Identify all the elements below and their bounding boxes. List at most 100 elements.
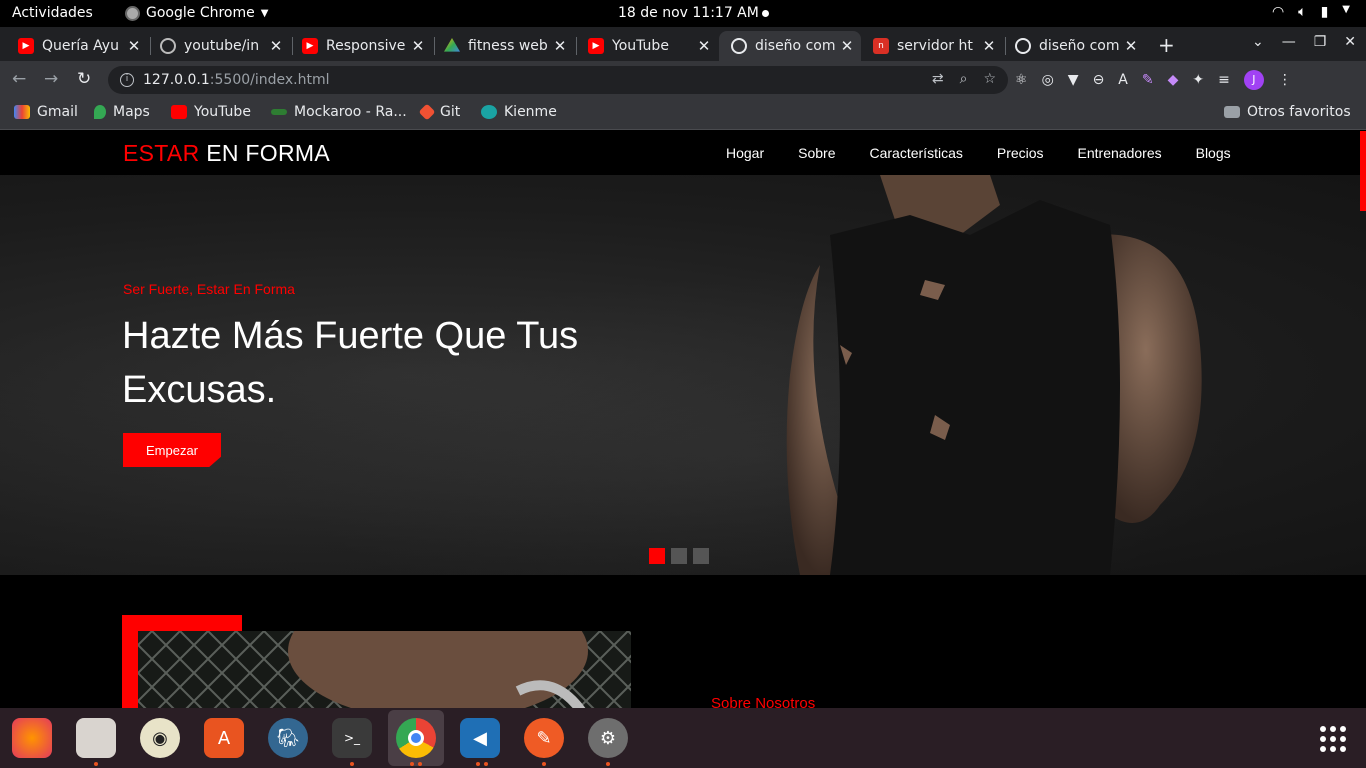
settings-icon[interactable]: ⚙ xyxy=(588,718,628,758)
rhythmbox-icon[interactable]: ◉ xyxy=(140,718,180,758)
system-tray[interactable]: ◠ 🔈︎ ▮ ▼ xyxy=(1272,4,1350,20)
nav-link-blogs[interactable]: Blogs xyxy=(1196,145,1231,161)
minimize-icon[interactable]: — xyxy=(1282,34,1296,50)
software-center-icon[interactable]: A xyxy=(204,718,244,758)
chrome-icon[interactable] xyxy=(388,710,444,766)
zoom-icon[interactable]: ⌕ xyxy=(960,71,968,87)
bookmark-label: Otros favoritos xyxy=(1247,104,1351,120)
nav-link-sobre[interactable]: Sobre xyxy=(798,145,835,161)
site-info-icon[interactable]: i xyxy=(120,73,134,87)
about-image xyxy=(138,631,631,708)
back-icon[interactable]: ← xyxy=(12,69,26,89)
site-logo[interactable]: ESTAR EN FORMA xyxy=(123,140,330,167)
color-picker-icon[interactable]: ✎ xyxy=(1142,72,1154,88)
tab[interactable]: n servidor ht ✕ xyxy=(861,31,1003,61)
close-icon[interactable]: ✕ xyxy=(124,37,144,55)
bookmark-youtube[interactable]: YouTube xyxy=(171,104,251,120)
browser-toolbar: ← → ↻ i 127.0.0.1:5500/index.html ⇄ ⌕ ☆ … xyxy=(0,61,1366,98)
youtube-icon: ▶ xyxy=(18,38,34,54)
close-icon[interactable]: ✕ xyxy=(1121,37,1141,55)
vue-devtools-icon[interactable]: ▼ xyxy=(1068,72,1079,88)
tab[interactable]: ▶ Quería Ayu ✕ xyxy=(6,31,148,61)
tab[interactable]: diseño com ✕ xyxy=(1003,31,1145,61)
git-icon xyxy=(418,103,436,121)
running-indicator xyxy=(476,762,480,766)
nav-link-caracteristicas[interactable]: Características xyxy=(870,145,963,161)
tab-title: diseño com xyxy=(755,38,836,54)
menu-kebab-icon[interactable]: ⋮ xyxy=(1278,72,1292,88)
url-text[interactable]: 127.0.0.1:5500/index.html xyxy=(143,72,330,88)
close-icon[interactable]: ✕ xyxy=(979,37,999,55)
translate-icon[interactable]: ⇄ xyxy=(932,71,944,87)
gmail-icon xyxy=(14,105,30,119)
close-icon[interactable]: ✕ xyxy=(266,37,286,55)
other-bookmarks[interactable]: Otros favoritos xyxy=(1224,104,1351,120)
hero-subtitle: Ser Fuerte, Estar En Forma xyxy=(123,281,295,297)
new-tab-button[interactable]: + xyxy=(1158,33,1175,57)
tab[interactable]: ▶ YouTube ✕ xyxy=(576,31,718,61)
about-label: Sobre Nosotros xyxy=(711,695,816,708)
bookmark-mockaroo[interactable]: Mockaroo - Ra... xyxy=(271,104,407,120)
empezar-button[interactable]: Empezar xyxy=(123,433,221,467)
forward-icon[interactable]: → xyxy=(44,69,58,89)
media-control-icon[interactable]: ≡ xyxy=(1218,72,1230,88)
close-icon[interactable]: ✕ xyxy=(837,37,857,55)
close-icon[interactable]: ✕ xyxy=(694,37,714,55)
activities-button[interactable]: Actividades xyxy=(12,5,93,21)
tab-title: youtube/in xyxy=(184,38,260,54)
bookmark-star-icon[interactable]: ☆ xyxy=(983,71,996,87)
n-icon: n xyxy=(873,38,889,54)
bookmark-label: Maps xyxy=(113,104,150,120)
address-bar[interactable]: i 127.0.0.1:5500/index.html ⇄ ⌕ ☆ xyxy=(108,66,1008,94)
firefox-icon[interactable] xyxy=(12,718,52,758)
maximize-icon[interactable]: ❐ xyxy=(1314,34,1327,50)
vscode-icon[interactable]: ◀ xyxy=(460,718,500,758)
files-icon[interactable] xyxy=(76,718,116,758)
close-window-icon[interactable]: ✕ xyxy=(1344,34,1356,50)
bookmark-gmail[interactable]: Gmail xyxy=(14,104,78,120)
extension-circle-icon[interactable]: ◎ xyxy=(1042,72,1054,88)
site-nav-links: Hogar Sobre Características Precios Entr… xyxy=(726,145,1231,161)
close-icon[interactable]: ✕ xyxy=(550,37,570,55)
extensions-puzzle-icon[interactable]: ✦ xyxy=(1192,72,1204,88)
bookmark-git[interactable]: Git xyxy=(418,103,461,121)
postgresql-icon[interactable]: 🐘︎ xyxy=(268,718,308,758)
nav-link-precios[interactable]: Precios xyxy=(997,145,1044,161)
tab-search-icon[interactable]: ⌄ xyxy=(1252,34,1264,50)
ubuntu-dock: ◉ A 🐘︎ >_ ◀ ✎ ⚙ xyxy=(0,708,1366,768)
slider-dot[interactable] xyxy=(693,548,709,564)
running-indicator xyxy=(606,762,610,766)
tab-title: servidor ht xyxy=(897,38,973,54)
tab[interactable]: fitness web ✕ xyxy=(432,31,574,61)
tab-title: diseño com xyxy=(1039,38,1120,54)
extension-purple-icon[interactable]: ◆ xyxy=(1168,72,1179,88)
mockaroo-icon xyxy=(271,109,287,115)
profile-avatar[interactable]: J xyxy=(1243,70,1264,90)
show-applications-icon[interactable] xyxy=(1320,726,1346,752)
nav-link-entrenadores[interactable]: Entrenadores xyxy=(1078,145,1162,161)
clock[interactable]: 18 de nov 11:17 AM xyxy=(618,5,759,21)
running-indicator xyxy=(484,762,488,766)
angular-icon[interactable]: A xyxy=(1118,72,1128,88)
slider-dot[interactable] xyxy=(671,548,687,564)
tab-active[interactable]: diseño com ✕ xyxy=(719,31,861,61)
omnibox-actions: ⇄ ⌕ ☆ xyxy=(932,71,996,87)
bookmarks-bar: Gmail Maps YouTube Mockaroo - Ra... Git … xyxy=(0,98,1366,130)
nav-link-hogar[interactable]: Hogar xyxy=(726,145,764,161)
slider-dot[interactable] xyxy=(649,548,665,564)
tab[interactable]: ▶ Responsive ✕ xyxy=(290,31,432,61)
bookmark-label: Git xyxy=(440,104,461,120)
bookmark-label: Gmail xyxy=(37,104,78,120)
react-devtools-icon[interactable]: ⚛ xyxy=(1015,72,1028,88)
extension-h-icon[interactable]: ⊖ xyxy=(1093,72,1105,88)
app-menu[interactable]: Google Chrome ▼ xyxy=(125,5,268,21)
postman-icon[interactable]: ✎ xyxy=(524,718,564,758)
bookmark-kienme[interactable]: Kienme xyxy=(481,104,557,120)
terminal-icon[interactable]: >_ xyxy=(332,718,372,758)
bookmark-maps[interactable]: Maps xyxy=(94,104,150,120)
tab[interactable]: youtube/in ✕ xyxy=(148,31,290,61)
reload-icon[interactable]: ↻ xyxy=(77,69,91,89)
tab-title: Quería Ayu xyxy=(42,38,119,54)
scroll-indicator[interactable] xyxy=(1360,131,1366,211)
close-icon[interactable]: ✕ xyxy=(408,37,428,55)
